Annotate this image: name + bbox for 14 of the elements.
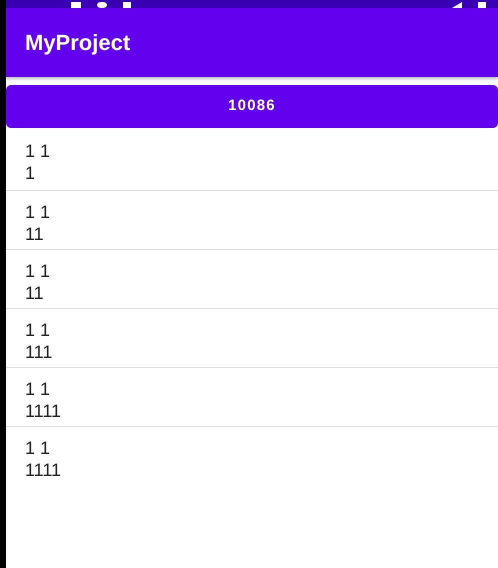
item-title: 1 1: [25, 201, 52, 223]
item-title: 1 1: [25, 319, 52, 341]
item-subtitle: 111: [25, 341, 54, 363]
item-subtitle: 1111: [25, 459, 62, 481]
item-title: 1 1: [25, 260, 52, 282]
item-subtitle: 1111: [25, 400, 62, 422]
item-subtitle: 11: [25, 282, 45, 304]
item-title: 1 1: [25, 378, 52, 400]
item-title: 1 1: [25, 140, 52, 162]
app-title: MyProject: [25, 29, 130, 57]
item-subtitle: 11: [25, 223, 45, 245]
call-button[interactable]: 10086: [6, 85, 498, 128]
item-subtitle: 1: [25, 162, 36, 184]
item-title: 1 1: [25, 437, 52, 459]
